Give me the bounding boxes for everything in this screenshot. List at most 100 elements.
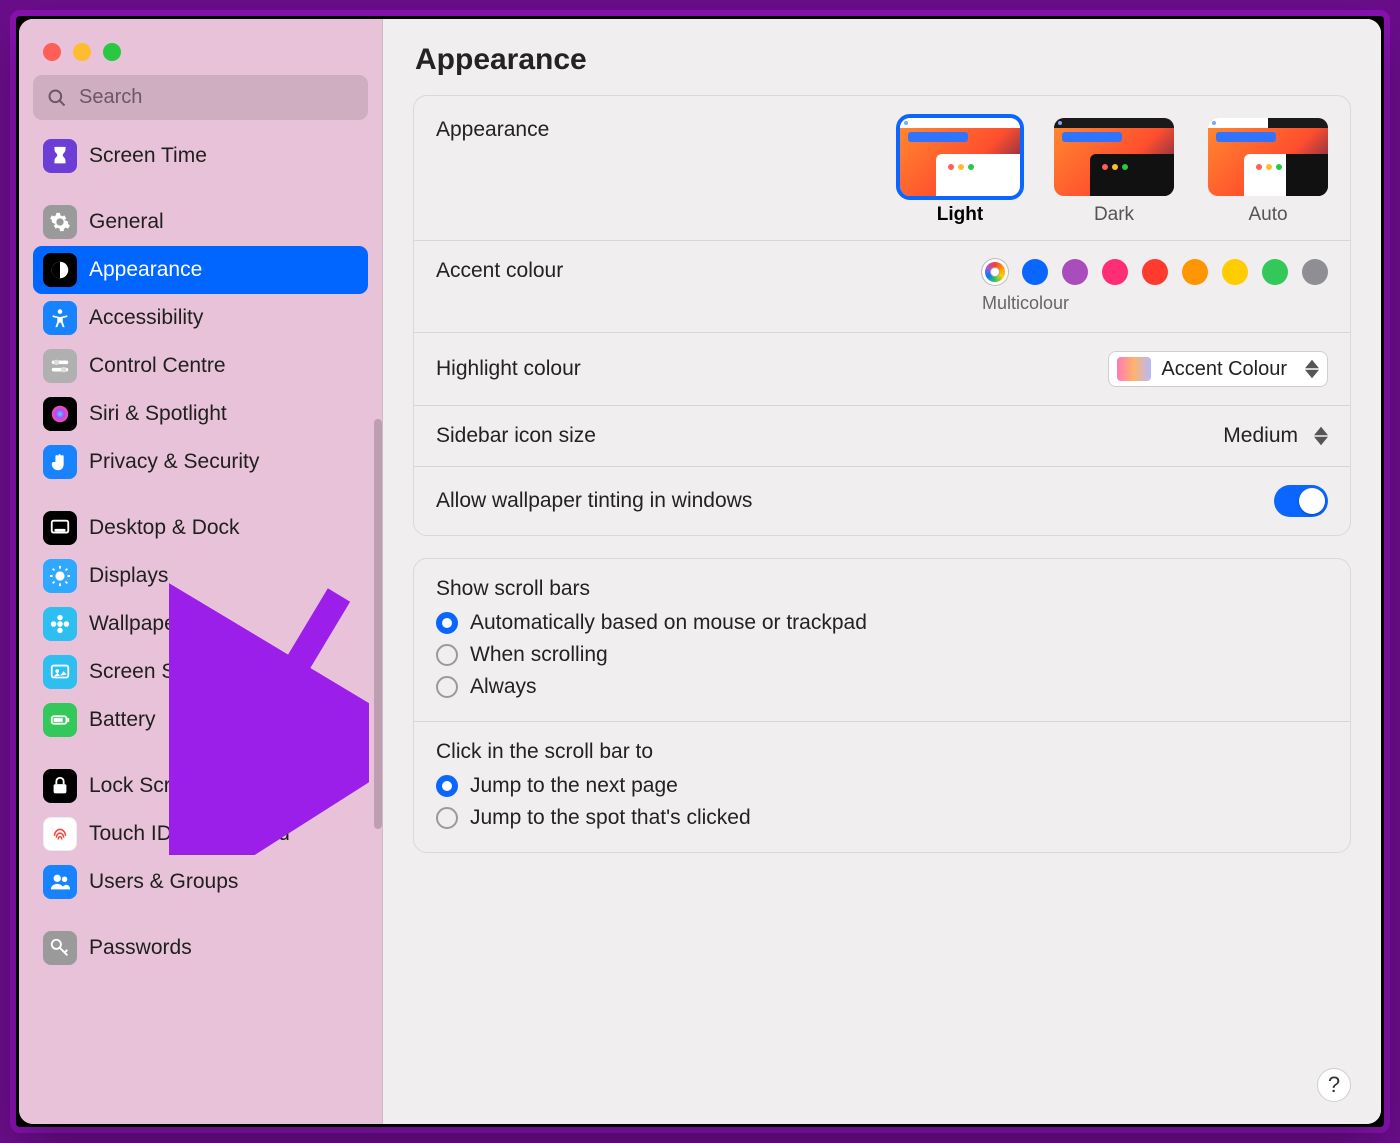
accent-orange[interactable] xyxy=(1182,259,1208,285)
theme-selector: Light Dark xyxy=(900,118,1328,226)
appearance-card: Appearance Light xyxy=(413,95,1351,536)
highlight-colour-select[interactable]: Accent Colour xyxy=(1108,351,1328,387)
minimize-button[interactable] xyxy=(73,43,91,61)
sidebar-item-label: Accessibility xyxy=(89,306,203,330)
help-button[interactable]: ? xyxy=(1317,1068,1351,1102)
fingerprint-icon xyxy=(43,817,77,851)
theme-dark[interactable]: Dark xyxy=(1054,118,1174,226)
wallpaper-tinting-label: Allow wallpaper tinting in windows xyxy=(436,489,752,513)
scrollbars-option-auto[interactable]: Automatically based on mouse or trackpad xyxy=(436,607,1328,639)
sidebar-item-screen-time[interactable]: Screen Time xyxy=(33,132,368,180)
accent-multicolour[interactable] xyxy=(982,259,1008,285)
close-button[interactable] xyxy=(43,43,61,61)
theme-light[interactable]: Light xyxy=(900,118,1020,226)
sidebar-icon-size-label: Sidebar icon size xyxy=(436,424,596,448)
sidebar-item-label: Appearance xyxy=(89,258,202,282)
click-option-next-page[interactable]: Jump to the next page xyxy=(436,770,1328,802)
hourglass-icon xyxy=(43,139,77,173)
sidebar-item-touch-id[interactable]: Touch ID & Password xyxy=(33,810,368,858)
search-input[interactable] xyxy=(77,85,354,110)
radio-icon xyxy=(436,676,458,698)
accent-pink[interactable] xyxy=(1102,259,1128,285)
theme-auto[interactable]: Auto xyxy=(1208,118,1328,226)
sidebar-item-label: Lock Screen xyxy=(89,774,206,798)
highlight-value: Accent Colour xyxy=(1161,358,1287,381)
key-icon xyxy=(43,931,77,965)
sidebar-item-siri-spotlight[interactable]: Siri & Spotlight xyxy=(33,390,368,438)
sidebar-item-appearance[interactable]: Appearance xyxy=(33,246,368,294)
lock-icon xyxy=(43,769,77,803)
sidebar-item-label: Users & Groups xyxy=(89,870,238,894)
sidebar-icon-size-select[interactable]: Medium xyxy=(1223,424,1328,448)
sidebar-item-label: Desktop & Dock xyxy=(89,516,240,540)
highlight-colour-label: Highlight colour xyxy=(436,357,581,381)
option-label: Jump to the spot that's clicked xyxy=(470,806,751,830)
accent-yellow[interactable] xyxy=(1222,259,1248,285)
stepper-icon xyxy=(1314,426,1328,446)
sidebar-item-passwords[interactable]: Passwords xyxy=(33,924,368,972)
radio-icon xyxy=(436,612,458,634)
highlight-swatch-icon xyxy=(1117,357,1151,381)
accent-purple[interactable] xyxy=(1062,259,1088,285)
sidebar-item-privacy-security[interactable]: Privacy & Security xyxy=(33,438,368,486)
accent-green[interactable] xyxy=(1262,259,1288,285)
accent-red[interactable] xyxy=(1142,259,1168,285)
search-field[interactable] xyxy=(33,75,368,120)
sidebar-item-label: Siri & Spotlight xyxy=(89,402,227,426)
theme-preview-dark xyxy=(1054,118,1174,196)
sidebar-item-label: Passwords xyxy=(89,936,192,960)
click-option-jump-spot[interactable]: Jump to the spot that's clicked xyxy=(436,802,1328,834)
page-title: Appearance xyxy=(413,37,1351,95)
sidebar-item-users-groups[interactable]: Users & Groups xyxy=(33,858,368,906)
sidebar-item-label: Screen Time xyxy=(89,144,207,168)
sidebar-item-label: Screen Saver xyxy=(89,660,216,684)
sidebar-item-label: Battery xyxy=(89,708,156,732)
radio-icon xyxy=(436,807,458,829)
radio-icon xyxy=(436,775,458,797)
sidebar-item-desktop-dock[interactable]: Desktop & Dock xyxy=(33,504,368,552)
sliders-icon xyxy=(43,349,77,383)
sidebar-item-label: Wallpaper xyxy=(89,612,183,636)
sidebar-item-wallpaper[interactable]: Wallpaper xyxy=(33,600,368,648)
sidebar-item-general[interactable]: General xyxy=(33,198,368,246)
sidebar-item-label: General xyxy=(89,210,164,234)
scrollbars-option-scrolling[interactable]: When scrolling xyxy=(436,639,1328,671)
sidebar-item-battery[interactable]: Battery xyxy=(33,696,368,744)
sidebar-item-label: Displays xyxy=(89,564,168,588)
theme-label: Auto xyxy=(1248,204,1287,226)
sidebar-nav[interactable]: Screen Time General Appearance xyxy=(33,132,372,1124)
sidebar-icon-size-value: Medium xyxy=(1223,424,1298,448)
window-controls xyxy=(33,37,368,75)
accessibility-icon xyxy=(43,301,77,335)
click-scrollbar-label: Click in the scroll bar to xyxy=(436,740,1328,764)
fullscreen-button[interactable] xyxy=(103,43,121,61)
appearance-icon xyxy=(43,253,77,287)
sidebar-item-label: Privacy & Security xyxy=(89,450,259,474)
sidebar-item-screen-saver[interactable]: Screen Saver xyxy=(33,648,368,696)
show-scrollbars-label: Show scroll bars xyxy=(436,577,1328,601)
option-label: Always xyxy=(470,675,537,699)
scrollbars-option-always[interactable]: Always xyxy=(436,671,1328,703)
sidebar-item-lock-screen[interactable]: Lock Screen xyxy=(33,762,368,810)
sidebar-item-displays[interactable]: Displays xyxy=(33,552,368,600)
radio-icon xyxy=(436,644,458,666)
stepper-icon xyxy=(1305,359,1319,379)
wallpaper-tinting-toggle[interactable] xyxy=(1274,485,1328,517)
appearance-label: Appearance xyxy=(436,118,549,142)
sidebar: Screen Time General Appearance xyxy=(19,19,383,1124)
sidebar-item-accessibility[interactable]: Accessibility xyxy=(33,294,368,342)
dock-icon xyxy=(43,511,77,545)
option-label: Jump to the next page xyxy=(470,774,678,798)
theme-preview-auto xyxy=(1208,118,1328,196)
screensaver-icon xyxy=(43,655,77,689)
theme-preview-light xyxy=(900,118,1020,196)
sidebar-item-label: Touch ID & Password xyxy=(89,822,290,846)
main-content: Appearance Appearance Light xyxy=(383,19,1381,1124)
option-label: When scrolling xyxy=(470,643,608,667)
gear-icon xyxy=(43,205,77,239)
theme-label: Light xyxy=(937,204,983,226)
sidebar-scrollbar[interactable] xyxy=(374,419,382,829)
sidebar-item-control-centre[interactable]: Control Centre xyxy=(33,342,368,390)
accent-graphite[interactable] xyxy=(1302,259,1328,285)
accent-blue[interactable] xyxy=(1022,259,1048,285)
